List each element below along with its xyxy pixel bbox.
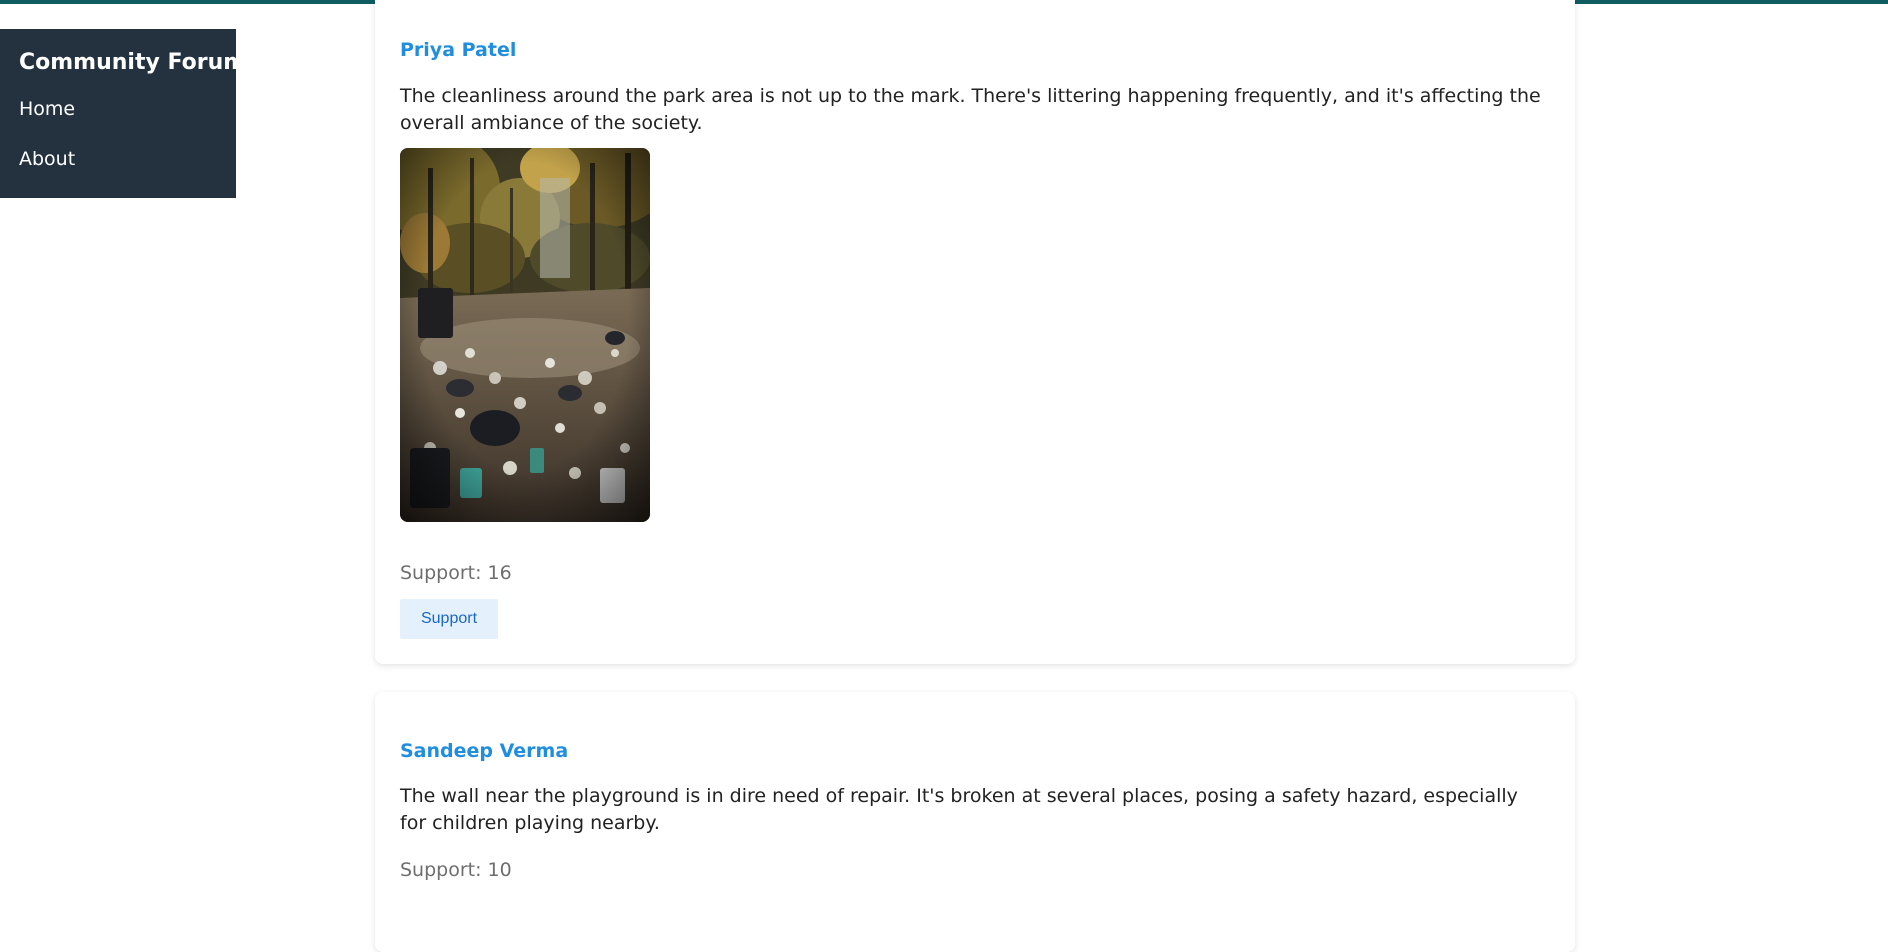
post-image (400, 148, 650, 522)
sidebar-item-about[interactable]: About (19, 147, 236, 171)
sidebar: Community Forum Home About (0, 29, 247, 198)
post-card: Priya Patel The cleanliness around the p… (375, 0, 1575, 664)
support-button[interactable]: Support (400, 599, 498, 639)
post-feed: Priya Patel The cleanliness around the p… (375, 0, 1575, 952)
post-author[interactable]: Priya Patel (400, 38, 516, 62)
sidebar-item-home[interactable]: Home (19, 97, 236, 121)
support-count: Support: 16 (400, 562, 512, 584)
sidebar-title: Community Forum (19, 50, 247, 75)
support-count: Support: 10 (400, 859, 512, 881)
post-text: The cleanliness around the park area is … (400, 85, 1541, 134)
post-card: Sandeep Verma The wall near the playgrou… (375, 692, 1575, 952)
post-author[interactable]: Sandeep Verma (400, 739, 568, 763)
post-text: The wall near the playground is in dire … (400, 785, 1518, 834)
